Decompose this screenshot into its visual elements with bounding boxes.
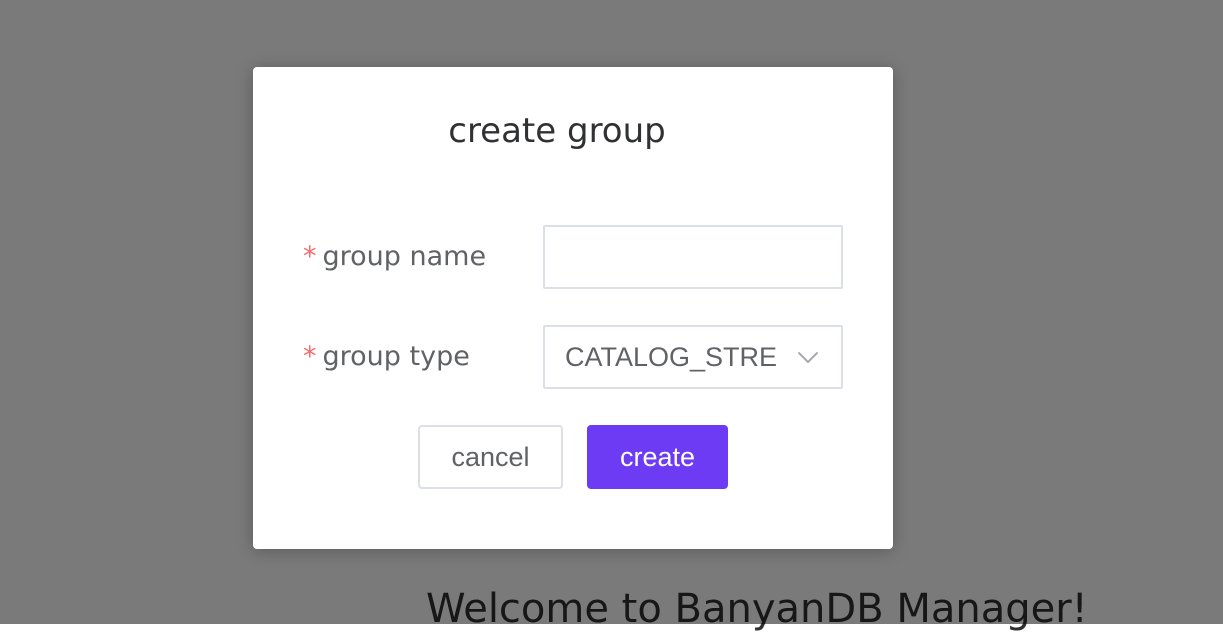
group-name-label: * group name — [303, 225, 486, 289]
group-type-select[interactable]: CATALOG_STREAM — [543, 325, 843, 389]
create-group-dialog: create group * group name * group type CAT… — [253, 67, 893, 549]
cancel-button[interactable]: cancel — [418, 425, 563, 489]
group-type-label-text: group type — [322, 341, 470, 372]
required-marker: * — [303, 241, 317, 272]
create-button[interactable]: create — [587, 425, 728, 489]
dialog-title: create group — [448, 111, 666, 151]
chevron-down-icon[interactable] — [797, 347, 819, 367]
group-type-label: * group type — [303, 325, 470, 389]
group-name-input[interactable] — [543, 225, 843, 289]
group-name-label-text: group name — [322, 241, 487, 272]
required-marker: * — [303, 341, 317, 372]
group-type-selected-value: CATALOG_STREAM — [565, 342, 777, 372]
form-row-group-name: * group name — [253, 225, 893, 289]
form-row-group-type: *group type CATALOG_STREAM — [253, 325, 893, 389]
